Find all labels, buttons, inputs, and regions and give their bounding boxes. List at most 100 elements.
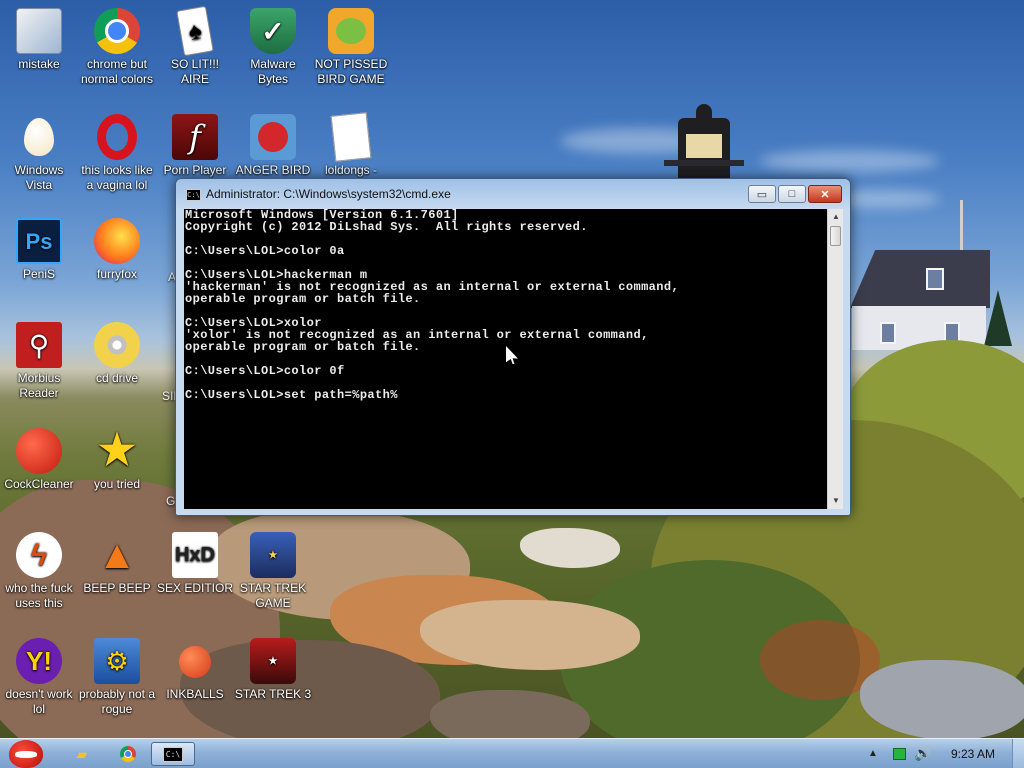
desktop-icon-windows-vista[interactable]: Windows Vista: [0, 114, 78, 193]
star-wars-3-icon: ★: [250, 638, 296, 684]
taskbar: ▰ C:\ ▲ 🔊 9:23 AM: [0, 738, 1024, 768]
desktop-icon-star-trek-game[interactable]: ★ STAR TREK GAME: [234, 532, 312, 611]
scroll-down-arrow-icon[interactable]: ▼: [828, 493, 844, 509]
green-pig-icon: [328, 8, 374, 54]
system-clock[interactable]: 9:23 AM: [938, 747, 1008, 761]
desktop-icon-cockcleaner[interactable]: CockCleaner: [0, 428, 78, 492]
desktop-icon-morbius-reader[interactable]: ⚲ Morbius Reader: [0, 322, 78, 401]
rock: [430, 690, 590, 738]
desktop-icon-label: doesn't work lol: [5, 687, 73, 716]
yahoo-messenger-icon: Y!: [16, 638, 62, 684]
scroll-up-arrow-icon[interactable]: ▲: [828, 209, 844, 225]
console-line: C:\Users\LOL>set path=%path%: [185, 388, 398, 402]
star-wars-game-icon: ★: [250, 532, 296, 578]
minimize-icon: ▭: [756, 188, 768, 201]
desktop-icon-furryfox[interactable]: furryfox: [78, 218, 156, 282]
cmd-app-icon: C:\: [186, 189, 201, 201]
maximize-button[interactable]: □: [778, 185, 806, 203]
desktop-icon-label: chrome but normal colors: [80, 57, 154, 86]
desktop-icon-who-uses-this[interactable]: ϟ who the fuck uses this: [0, 532, 78, 611]
desktop-icon-loldongs[interactable]: loldongs -: [312, 112, 390, 178]
desktop-icon-label: cd drive: [95, 371, 139, 385]
cmd-icon: C:\: [163, 746, 183, 762]
desktop-icon-label: SO LIT!!! AIRE: [170, 57, 219, 86]
desktop-icon-sex-editior[interactable]: HxD SEX EDITIOR: [156, 532, 234, 596]
desktop-icon-you-tried[interactable]: ★ you tried: [78, 424, 156, 492]
image-editor-icon: [16, 8, 62, 54]
taskbar-chrome-button[interactable]: [112, 742, 144, 766]
desktop-icon-label: NOT PISSED BIRD GAME: [314, 57, 388, 86]
desktop-icon-label: loldongs -: [324, 163, 378, 177]
desktop-icon-anger-bird[interactable]: ANGER BIRD: [234, 114, 312, 178]
desktop-icon-probably-not-a-rogue[interactable]: ⚙ probably not a rogue: [78, 638, 156, 717]
house-roof: [850, 250, 990, 308]
angry-bird-icon: [250, 114, 296, 160]
cd-drive-icon: [94, 322, 140, 368]
show-hidden-icons-arrow-icon[interactable]: ▲: [868, 748, 878, 759]
firefox-icon: [94, 218, 140, 264]
desktop-icon-so-lit-aire[interactable]: ♠ SO LIT!!! AIRE: [156, 5, 234, 87]
taskbar-cmd-button[interactable]: C:\: [151, 742, 195, 766]
desktop-icon-not-pissed-bird[interactable]: NOT PISSED BIRD GAME: [312, 8, 390, 87]
desktop-icon-label: CockCleaner: [4, 477, 74, 491]
opera-icon: [97, 114, 137, 160]
network-icon[interactable]: [893, 748, 906, 760]
scroll-thumb[interactable]: [830, 226, 841, 246]
desktop-icon-opera[interactable]: this looks like a vagina lol: [78, 114, 156, 193]
desktop-icon-label: furryfox: [96, 267, 137, 281]
desktop-icon-label: Windows Vista: [14, 163, 64, 192]
desktop-icon-label: PeniS: [22, 267, 56, 281]
star-icon: ★: [95, 424, 139, 477]
desktop-icon-beep-beep[interactable]: ▲ BEEP BEEP: [78, 532, 156, 596]
shield-check-icon: ✓: [250, 8, 296, 54]
flash-player-icon: f: [172, 114, 218, 160]
cmd-window[interactable]: C:\ Administrator: C:\Windows\system32\c…: [175, 178, 851, 516]
cloud: [760, 150, 940, 172]
desktop-icon-malware-bytes[interactable]: ✓ Malware Bytes: [234, 8, 312, 87]
console-line: operable program or batch file.: [185, 292, 421, 306]
show-desktop-button[interactable]: [1012, 739, 1024, 768]
volume-icon[interactable]: 🔊: [914, 745, 931, 762]
desktop-icon-label-partial: G: [166, 494, 176, 508]
desktop-icon-porn-player[interactable]: f Porn Player: [156, 114, 234, 178]
desktop-icon-chrome[interactable]: chrome but normal colors: [78, 8, 156, 87]
taskbar-explorer-button[interactable]: ▰: [66, 742, 98, 766]
document-icon: [330, 112, 372, 162]
traffic-cone-icon: ▲: [97, 532, 137, 577]
desktop-icon-label: INKBALLS: [166, 687, 224, 701]
minimize-button[interactable]: ▭: [748, 185, 776, 203]
lighthouse-lamp: [686, 134, 722, 158]
desktop-icon-doesnt-work[interactable]: Y! doesn't work lol: [0, 638, 78, 717]
desktop-icon-label: SEX EDITIOR: [156, 581, 233, 595]
desktop-icon-label: ANGER BIRD: [235, 163, 311, 177]
folder-icon: ▰: [76, 745, 88, 762]
vertical-scrollbar[interactable]: ▲ ▼: [827, 209, 843, 509]
house-window: [926, 268, 944, 290]
desktop-icon-penis[interactable]: Ps PeniS: [0, 218, 78, 282]
desktop-icon-star-trek-3[interactable]: ★ STAR TREK 3: [234, 638, 312, 702]
desktop-icon-label: BEEP BEEP: [83, 581, 151, 595]
desktop-icon-cd-drive[interactable]: cd drive: [78, 322, 156, 386]
console-output[interactable]: Microsoft Windows [Version 6.1.7601] Copy…: [184, 209, 827, 509]
inkball-icon: [179, 646, 211, 678]
title-bar[interactable]: C:\ Administrator: C:\Windows\system32\c…: [176, 179, 850, 209]
solitaire-cards-icon: ♠: [176, 5, 214, 57]
settings-gear-icon: ⚙: [94, 638, 140, 684]
house-window: [880, 322, 896, 344]
chrome-icon: [120, 746, 136, 762]
start-button[interactable]: [4, 739, 48, 768]
rock: [520, 528, 620, 568]
desktop-icon-label: you tried: [93, 477, 141, 491]
close-icon: ✕: [820, 188, 830, 201]
maximize-icon: □: [788, 188, 796, 200]
console-line: Copyright (c) 2012 DiLshad Sys. All righ…: [185, 220, 588, 234]
egg-icon: [16, 114, 62, 160]
close-button[interactable]: ✕: [808, 185, 842, 203]
desktop-icon-inkballs[interactable]: INKBALLS: [156, 638, 234, 702]
console-line: C:\Users\LOL>color 0a: [185, 244, 345, 258]
lightning-icon: ϟ: [16, 532, 62, 578]
desktop-icon-mistake[interactable]: mistake: [0, 8, 78, 72]
desktop-icon-label: this looks like a vagina lol: [81, 163, 153, 192]
desktop-icon-label: Morbius Reader: [17, 371, 61, 400]
desktop-icon-label: Porn Player: [163, 163, 227, 177]
